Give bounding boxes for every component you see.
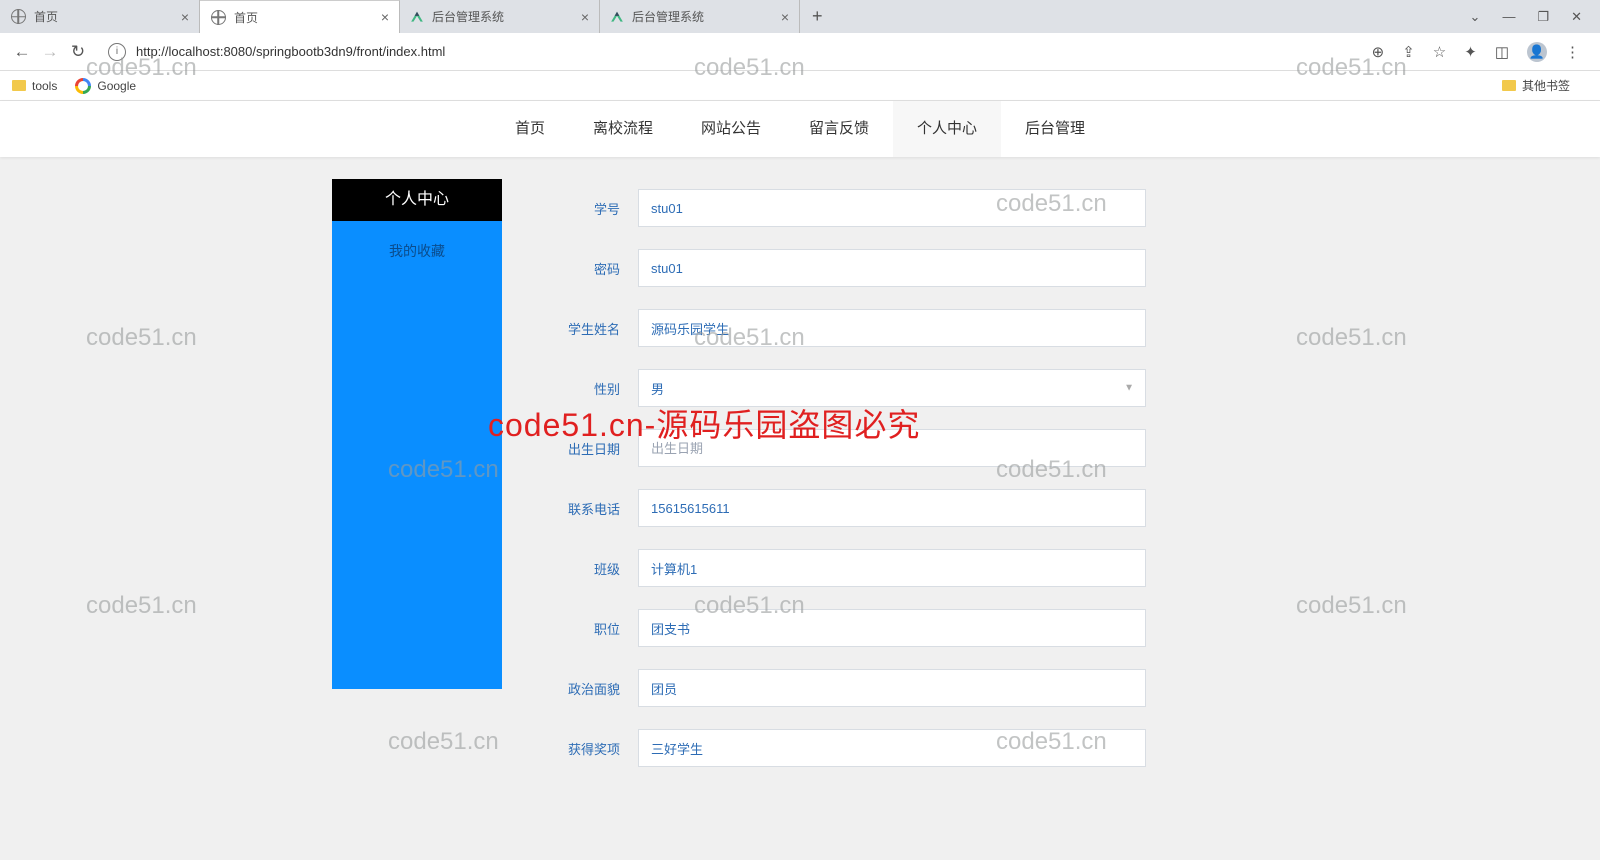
browser-tab-2[interactable]: 后台管理系统 ×	[400, 0, 600, 33]
chevron-down-icon: ▼	[1124, 383, 1134, 394]
profile-avatar-icon[interactable]: 👤	[1527, 42, 1547, 62]
info-icon[interactable]: i	[108, 43, 126, 61]
forward-button[interactable]: →	[36, 42, 64, 62]
folder-icon	[1502, 80, 1516, 91]
input-award[interactable]	[638, 729, 1146, 767]
select-gender[interactable]	[638, 369, 1146, 407]
bookmark-google[interactable]: Google	[75, 78, 136, 94]
row-student-id: 学号	[542, 189, 1600, 227]
label-political: 政治面貌	[542, 679, 620, 698]
row-award: 获得奖项	[542, 729, 1600, 767]
input-position[interactable]	[638, 609, 1146, 647]
row-name: 学生姓名	[542, 309, 1600, 347]
top-nav: 首页 离校流程 网站公告 留言反馈 个人中心 后台管理	[0, 101, 1600, 157]
menu-icon[interactable]: ⋮	[1565, 43, 1580, 61]
sidebar: 个人中心 我的收藏	[332, 179, 502, 789]
bookmarks-bar: tools Google 其他书签	[0, 71, 1600, 101]
share-icon[interactable]: ⇪	[1402, 43, 1415, 61]
row-position: 职位	[542, 609, 1600, 647]
url-text: http://localhost:8080/springbootb3dn9/fr…	[136, 44, 445, 59]
label-class: 班级	[542, 559, 620, 578]
row-gender: 性别 ▼	[542, 369, 1600, 407]
bookmark-tools[interactable]: tools	[12, 79, 57, 93]
chevron-down-icon[interactable]: ⌄	[1470, 9, 1481, 25]
nav-item-home[interactable]: 首页	[491, 101, 569, 157]
row-political: 政治面貌	[542, 669, 1600, 707]
url-field[interactable]: i http://localhost:8080/springbootb3dn9/…	[98, 39, 1360, 65]
globe-icon	[210, 9, 226, 25]
input-birthdate[interactable]	[638, 429, 1146, 467]
tab-title: 后台管理系统	[632, 8, 704, 25]
bookmark-label: Google	[97, 79, 136, 93]
input-password[interactable]	[638, 249, 1146, 287]
nav-item-admin[interactable]: 后台管理	[1001, 101, 1109, 157]
bookmark-label: 其他书签	[1522, 77, 1570, 94]
star-icon[interactable]: ☆	[1433, 43, 1446, 61]
reload-button[interactable]: ↻	[64, 42, 92, 62]
google-icon	[75, 78, 91, 94]
tab-title: 首页	[234, 9, 258, 26]
label-birthdate: 出生日期	[542, 439, 620, 458]
vue-icon	[610, 10, 624, 24]
label-position: 职位	[542, 619, 620, 638]
profile-form: 学号 密码 学生姓名 性别 ▼ 出生日期 联系电话 班级	[502, 179, 1600, 789]
sidebar-link-favorites[interactable]: 我的收藏	[332, 221, 502, 261]
label-award: 获得奖项	[542, 739, 620, 758]
folder-icon	[12, 80, 26, 91]
row-birthdate: 出生日期	[542, 429, 1600, 467]
sidebar-header: 个人中心	[332, 179, 502, 221]
browser-tab-0[interactable]: 首页 ×	[0, 0, 200, 33]
browser-tab-3[interactable]: 后台管理系统 ×	[600, 0, 800, 33]
input-political[interactable]	[638, 669, 1146, 707]
nav-item-leave[interactable]: 离校流程	[569, 101, 677, 157]
input-class[interactable]	[638, 549, 1146, 587]
row-password: 密码	[542, 249, 1600, 287]
new-tab-button[interactable]: +	[800, 6, 835, 27]
minimize-icon[interactable]: —	[1502, 9, 1515, 24]
nav-item-profile[interactable]: 个人中心	[893, 101, 1001, 157]
close-icon[interactable]: ×	[781, 9, 789, 25]
label-name: 学生姓名	[542, 319, 620, 338]
browser-tab-1[interactable]: 首页 ×	[200, 0, 400, 33]
bookmark-label: tools	[32, 79, 57, 93]
content-area: 个人中心 我的收藏 学号 密码 学生姓名 性别 ▼ 出生日期	[0, 179, 1600, 789]
browser-tabs-bar: 首页 × 首页 × 后台管理系统 × 后台管理系统 × + ⌄ — ❐ ✕	[0, 0, 1600, 33]
close-window-icon[interactable]: ✕	[1571, 9, 1582, 25]
nav-item-notice[interactable]: 网站公告	[677, 101, 785, 157]
bookmark-other[interactable]: 其他书签	[1502, 77, 1570, 94]
zoom-icon[interactable]: ⊕	[1372, 43, 1385, 61]
sidebar-body: 我的收藏	[332, 221, 502, 689]
input-student-id[interactable]	[638, 189, 1146, 227]
label-password: 密码	[542, 259, 620, 278]
account-icon[interactable]: ◫	[1495, 43, 1509, 61]
nav-item-feedback[interactable]: 留言反馈	[785, 101, 893, 157]
close-icon[interactable]: ×	[581, 9, 589, 25]
input-phone[interactable]	[638, 489, 1146, 527]
row-class: 班级	[542, 549, 1600, 587]
vue-icon	[410, 10, 424, 24]
tab-title: 首页	[34, 8, 58, 25]
label-gender: 性别	[542, 379, 620, 398]
globe-icon	[10, 9, 26, 25]
label-phone: 联系电话	[542, 499, 620, 518]
back-button[interactable]: ←	[8, 42, 36, 62]
input-name[interactable]	[638, 309, 1146, 347]
row-phone: 联系电话	[542, 489, 1600, 527]
label-student-id: 学号	[542, 199, 620, 218]
close-icon[interactable]: ×	[381, 9, 389, 25]
address-bar: ← → ↻ i http://localhost:8080/springboot…	[0, 33, 1600, 71]
extensions-icon[interactable]: ✦	[1464, 43, 1477, 61]
tab-title: 后台管理系统	[432, 8, 504, 25]
window-controls: ⌄ — ❐ ✕	[1470, 9, 1600, 25]
maximize-icon[interactable]: ❐	[1537, 9, 1549, 25]
close-icon[interactable]: ×	[181, 9, 189, 25]
